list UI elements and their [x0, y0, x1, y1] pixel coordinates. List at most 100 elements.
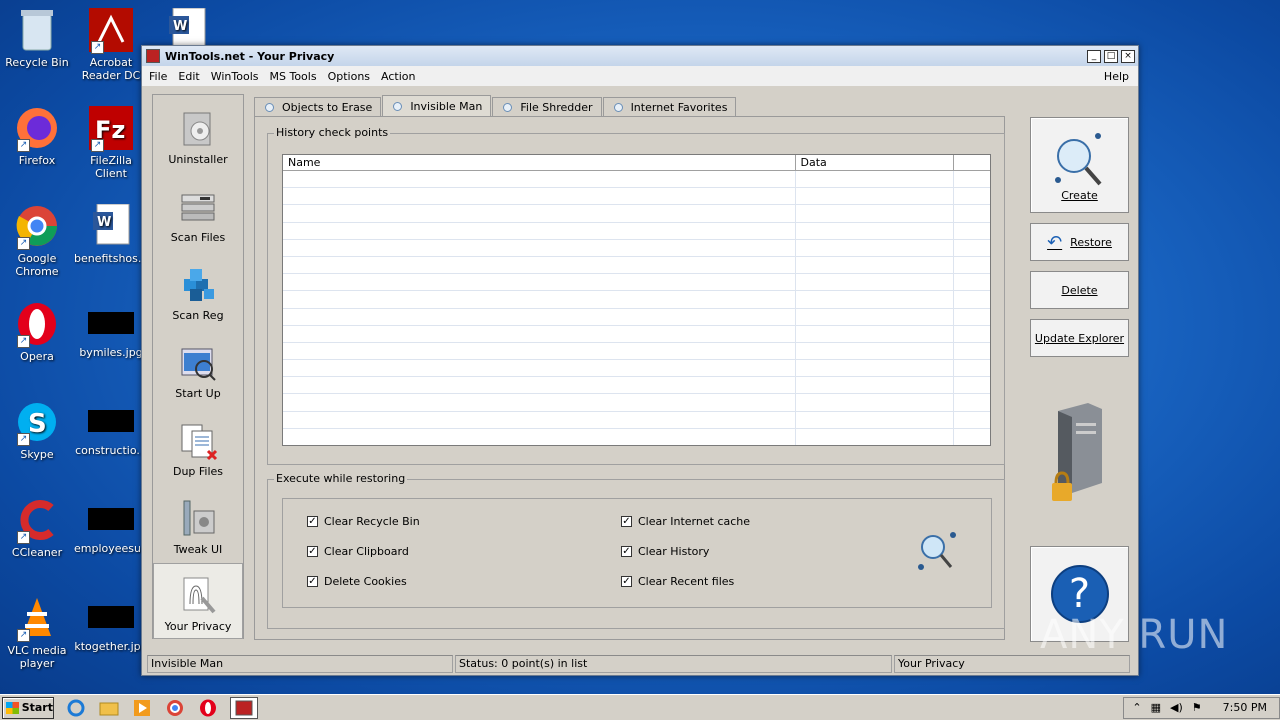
tab-invisible-man[interactable]: Invisible Man: [382, 95, 492, 117]
checkbox-clear-clipboard[interactable]: ✓: [307, 546, 318, 557]
start-button[interactable]: Start: [2, 696, 54, 719]
sidebar-item-tweak-ui[interactable]: Tweak UI: [153, 487, 243, 563]
action-center-flag-icon[interactable]: ⚑: [1192, 701, 1202, 714]
sidebar-item-label: Uninstaller: [168, 153, 228, 166]
menu-wintools[interactable]: WinTools: [211, 70, 259, 83]
title-bar[interactable]: WinTools.net - Your Privacy _ □ ×: [142, 46, 1138, 66]
delete-button[interactable]: Delete: [1030, 271, 1129, 309]
media-player-icon[interactable]: [131, 697, 153, 719]
history-list[interactable]: Name Data: [282, 154, 991, 446]
menu-ms-tools[interactable]: MS Tools: [270, 70, 317, 83]
option-delete-cookies[interactable]: ✓ Delete Cookies: [307, 575, 407, 588]
update-explorer-button[interactable]: Update Explorer: [1030, 319, 1129, 357]
minimize-button[interactable]: _: [1087, 49, 1101, 63]
empty-row: [283, 274, 990, 292]
firefox-icon: ↗: [15, 106, 59, 152]
checkbox-delete-cookies[interactable]: ✓: [307, 576, 318, 587]
create-button[interactable]: Create: [1030, 117, 1129, 213]
restore-button[interactable]: ↶ Restore: [1030, 223, 1129, 261]
menu-options[interactable]: Options: [328, 70, 370, 83]
volume-icon[interactable]: ◀): [1170, 701, 1183, 714]
recycle-bin-icon: [15, 8, 59, 52]
tab-internet-favorites[interactable]: Internet Favorites: [602, 97, 737, 117]
create-button-label: Create: [1061, 189, 1098, 202]
checkbox-clear-history[interactable]: ✓: [621, 546, 632, 557]
desktop-icon-construction[interactable]: constructio...: [74, 400, 148, 457]
desktop-icon-chrome[interactable]: ↗ Google Chrome: [0, 204, 74, 278]
window-title: WinTools.net - Your Privacy: [165, 49, 335, 63]
sidebar-item-dup-files[interactable]: Dup Files: [153, 409, 243, 485]
shortcut-arrow-icon: ↗: [17, 629, 30, 642]
desktop-icon-opera[interactable]: ↗ Opera: [0, 302, 74, 363]
tray-expand-icon[interactable]: ⌃: [1132, 701, 1141, 714]
tab-file-shredder[interactable]: File Shredder: [492, 97, 602, 117]
maximize-button[interactable]: □: [1104, 49, 1118, 63]
shortcut-arrow-icon: ↗: [17, 139, 30, 152]
desktop-icon-filezilla[interactable]: Fz ↗ FileZilla Client: [74, 106, 148, 180]
sidebar-item-scan-reg[interactable]: Scan Reg: [153, 253, 243, 329]
sidebar-item-uninstaller[interactable]: Uninstaller: [153, 97, 243, 173]
menu-edit[interactable]: Edit: [178, 70, 199, 83]
chrome-icon: ↗: [15, 204, 59, 250]
chrome-taskbar-icon[interactable]: [164, 697, 186, 719]
internet-explorer-icon[interactable]: [65, 697, 87, 719]
undo-arrow-icon: ↶: [1047, 231, 1063, 253]
sidebar-item-your-privacy[interactable]: Your Privacy: [153, 563, 243, 639]
desktop-icon-bymiles[interactable]: bymiles.jpg: [74, 302, 148, 359]
option-clear-history[interactable]: ✓ Clear History: [621, 545, 709, 558]
network-icon[interactable]: ▦: [1151, 701, 1161, 714]
duplicate-files-icon: [178, 421, 218, 461]
shortcut-arrow-icon: ↗: [17, 335, 30, 348]
desktop-icon-ccleaner[interactable]: ↗ CCleaner: [0, 498, 74, 559]
skype-icon: S ↗: [15, 400, 59, 446]
sidebar-item-label: Your Privacy: [164, 620, 232, 633]
shortcut-arrow-icon: ↗: [91, 139, 104, 152]
status-bar: Invisible Man Status: 0 point(s) in list…: [147, 655, 1135, 673]
tab-objects-to-erase[interactable]: Objects to Erase: [254, 97, 382, 117]
checkbox-clear-recent-files[interactable]: ✓: [621, 576, 632, 587]
column-header-filler: [954, 155, 990, 170]
anyrun-watermark: ANY RUN: [1040, 612, 1229, 658]
checkbox-clear-internet-cache[interactable]: ✓: [621, 516, 632, 527]
option-clear-clipboard[interactable]: ✓ Clear Clipboard: [307, 545, 409, 558]
desktop-icon-benefits-doc[interactable]: W benefitshos...: [74, 204, 148, 265]
empty-row: [283, 188, 990, 206]
app-icon: [146, 49, 160, 63]
sidebar-item-label: Scan Files: [170, 231, 226, 244]
desktop-icon-recycle-bin[interactable]: Recycle Bin: [0, 8, 74, 69]
desktop-icon-acrobat[interactable]: ↗ Acrobat Reader DC: [74, 8, 148, 82]
clock[interactable]: 7:50 PM: [1223, 701, 1267, 714]
registry-cubes-icon: [178, 265, 218, 305]
start-up-icon: [178, 343, 218, 383]
column-header-name[interactable]: Name: [283, 155, 796, 170]
tab-strip: Objects to Erase Invisible Man File Shre…: [254, 95, 737, 117]
menu-file[interactable]: File: [149, 70, 167, 83]
sidebar-item-start-up[interactable]: Start Up: [153, 331, 243, 407]
column-header-data[interactable]: Data: [796, 155, 955, 170]
desktop-icon-vlc[interactable]: ↗ VLC media player: [0, 596, 74, 670]
wintools-taskbar-icon[interactable]: [230, 696, 258, 719]
word-document-icon: W: [89, 204, 133, 248]
desktop-icon-ktogether[interactable]: ktogether.jpg: [74, 596, 148, 653]
opera-taskbar-icon[interactable]: [197, 697, 219, 719]
scan-files-icon: [178, 187, 218, 227]
empty-row: [283, 360, 990, 378]
close-button[interactable]: ×: [1121, 49, 1135, 63]
file-explorer-icon[interactable]: [98, 697, 120, 719]
menu-action[interactable]: Action: [381, 70, 415, 83]
checkbox-clear-recycle-bin[interactable]: ✓: [307, 516, 318, 527]
tab-radio-icon: [393, 102, 403, 111]
list-header: Name Data: [283, 155, 990, 171]
option-clear-recent-files[interactable]: ✓ Clear Recent files: [621, 575, 734, 588]
desktop-icon-skype[interactable]: S ↗ Skype: [0, 400, 74, 461]
tab-panel-invisible-man: History check points Name Data Execute w…: [254, 116, 1005, 640]
acrobat-icon: ↗: [89, 8, 133, 54]
opera-icon: ↗: [15, 302, 59, 348]
sidebar-item-scan-files[interactable]: Scan Files: [153, 175, 243, 251]
menu-help[interactable]: Help: [1104, 70, 1129, 83]
desktop-icon-firefox[interactable]: ↗ Firefox: [0, 106, 74, 167]
option-clear-recycle-bin[interactable]: ✓ Clear Recycle Bin: [307, 515, 420, 528]
option-clear-internet-cache[interactable]: ✓ Clear Internet cache: [621, 515, 750, 528]
desktop-icon-employees[interactable]: employeesu...: [74, 498, 152, 555]
magnifier-create-icon: [1031, 130, 1128, 191]
